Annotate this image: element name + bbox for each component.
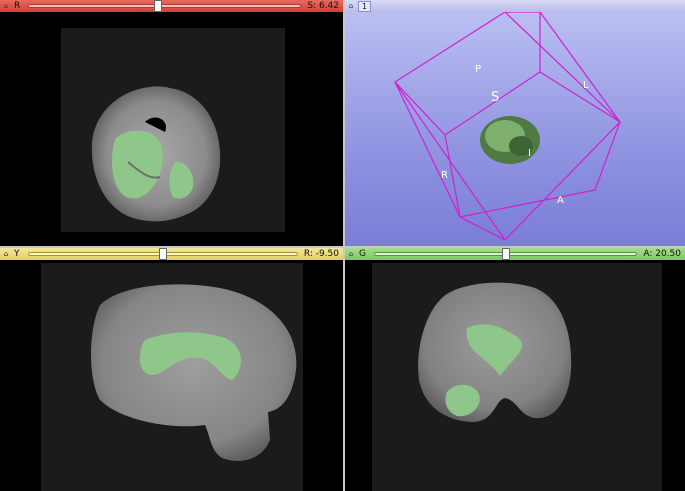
orientation-label-r: R: [441, 170, 448, 181]
green-slider-thumb[interactable]: [501, 248, 510, 260]
orientation-label-s: S: [491, 90, 500, 105]
pin-icon[interactable]: ⌂: [347, 249, 355, 259]
yellow-slider-thumb[interactable]: [158, 248, 167, 260]
green-slice-canvas[interactable]: [345, 260, 685, 491]
yellow-slice-view: ⌂ Y R: -9.50: [0, 248, 343, 491]
red-slice-controller: ⌂ R S: 6.42: [0, 0, 343, 12]
orientation-label-l: L: [583, 80, 589, 91]
yellow-view-label: Y: [14, 249, 20, 259]
red-slice-slider[interactable]: [28, 0, 302, 12]
red-view-label: R: [14, 1, 21, 11]
orientation-label-a: A: [557, 195, 564, 206]
coronal-brain-image: [372, 263, 662, 491]
green-slice-controller: ⌂ G A: 20.50: [345, 248, 685, 260]
pin-icon[interactable]: ⌂: [347, 1, 355, 11]
red-slice-canvas[interactable]: [0, 12, 343, 246]
threed-controller: ⌂ 1: [345, 0, 685, 12]
yellow-slice-slider[interactable]: [27, 248, 298, 260]
green-slice-slider[interactable]: [373, 248, 638, 260]
sagittal-brain-image: [41, 263, 303, 491]
red-slice-offset: S: 6.42: [307, 1, 339, 11]
red-slider-thumb[interactable]: [153, 0, 162, 12]
orientation-label-p: P: [475, 64, 482, 75]
yellow-slice-offset: R: -9.50: [303, 249, 339, 259]
view-divider-horizontal[interactable]: [0, 246, 685, 248]
yellow-slice-controller: ⌂ Y R: -9.50: [0, 248, 343, 260]
threed-view-label: 1: [358, 0, 372, 12]
pin-icon[interactable]: ⌂: [2, 1, 10, 11]
red-slice-view: ⌂ R S: 6.42: [0, 0, 343, 246]
axial-brain-image: [61, 28, 285, 232]
yellow-slice-canvas[interactable]: [0, 260, 343, 491]
green-view-label: G: [359, 249, 366, 259]
orientation-label-i: I: [528, 148, 531, 159]
green-slice-view: ⌂ G A: 20.50: [345, 248, 685, 491]
pin-icon[interactable]: ⌂: [2, 249, 10, 259]
segmentation-3d-model: [480, 116, 540, 164]
threed-canvas[interactable]: P S L R I A: [345, 11, 685, 246]
threed-render: [394, 11, 621, 241]
green-slice-offset: A: 20.50: [643, 249, 681, 259]
threed-view: ⌂ 1 P S L R I A: [345, 0, 685, 246]
